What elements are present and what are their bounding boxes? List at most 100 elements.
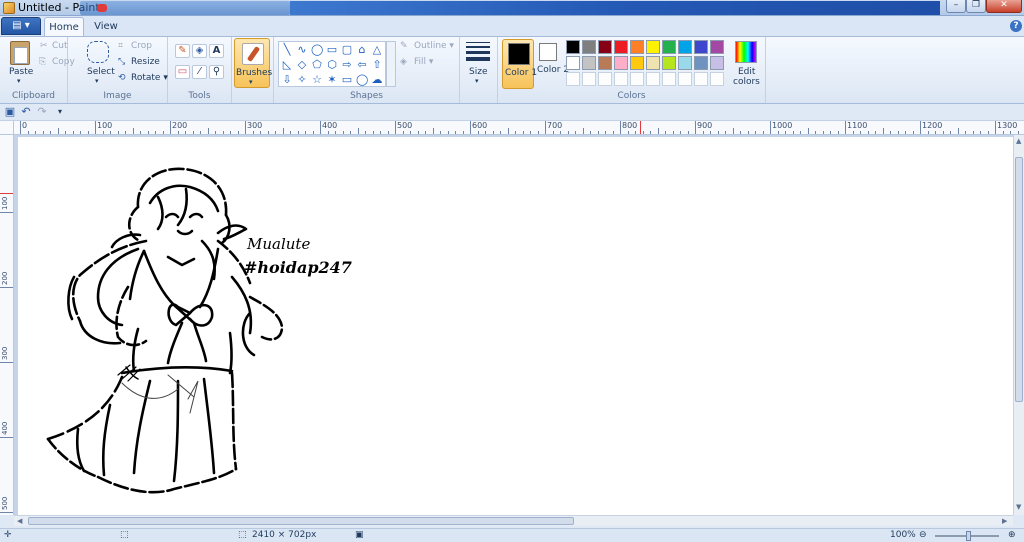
paste-button[interactable]: Paste xyxy=(9,67,33,77)
shape-callout-oval[interactable]: ◯ xyxy=(356,74,368,86)
palette-swatch[interactable] xyxy=(678,56,692,70)
palette-swatch[interactable] xyxy=(646,56,660,70)
text-tool-icon[interactable]: A xyxy=(209,44,224,58)
shape-left-arrow[interactable]: ⇦ xyxy=(356,59,368,71)
paste-dropdown-icon[interactable]: ▾ xyxy=(17,77,21,85)
scroll-down-icon[interactable]: ▼ xyxy=(1016,503,1021,511)
shape-oval[interactable]: ◯ xyxy=(311,44,323,56)
drawing-canvas[interactable]: Mualute #hoidap247 xyxy=(18,137,1013,515)
scroll-right-icon[interactable]: ▶ xyxy=(1002,517,1007,525)
customize-qat-icon[interactable]: ▾ xyxy=(54,106,66,118)
palette-swatch[interactable] xyxy=(662,56,676,70)
palette-custom-slot[interactable] xyxy=(710,72,724,86)
zoom-out-icon[interactable]: ⊖ xyxy=(919,530,927,540)
shape-polygon[interactable]: ⌂ xyxy=(356,44,368,56)
maximize-button[interactable]: ❐ xyxy=(966,0,986,13)
edit-colors-icon[interactable] xyxy=(735,41,757,63)
palette-swatch[interactable] xyxy=(566,40,580,54)
palette-custom-slot[interactable] xyxy=(614,72,628,86)
palette-swatch[interactable] xyxy=(694,56,708,70)
palette-swatch[interactable] xyxy=(694,40,708,54)
shape-diamond[interactable]: ◇ xyxy=(296,59,308,71)
palette-swatch[interactable] xyxy=(614,40,628,54)
save-icon[interactable]: ▣ xyxy=(4,106,16,118)
size-icon[interactable] xyxy=(466,42,490,64)
edit-colors-label-line1[interactable]: Edit xyxy=(738,67,755,77)
shape-callout-rect[interactable]: ▭ xyxy=(341,74,353,86)
shape-down-arrow[interactable]: ⇩ xyxy=(281,74,293,86)
outline-button[interactable]: Outline ▾ xyxy=(414,41,454,51)
palette-custom-slot[interactable] xyxy=(662,72,676,86)
shape-rectangle[interactable]: ▭ xyxy=(326,44,338,56)
paint-app-icon[interactable] xyxy=(3,2,15,14)
vertical-scrollbar[interactable]: ▲ ▼ xyxy=(1013,135,1024,515)
palette-swatch[interactable] xyxy=(582,40,596,54)
shape-callout-cloud[interactable]: ☁ xyxy=(371,74,383,86)
help-icon[interactable]: ? xyxy=(1010,20,1022,32)
shape-four-point-star[interactable]: ✧ xyxy=(296,74,308,86)
fill-tool-icon[interactable]: ◈ xyxy=(192,44,207,58)
rotate-button[interactable]: Rotate ▾ xyxy=(131,73,168,83)
zoom-slider-thumb[interactable] xyxy=(966,531,971,541)
vertical-scroll-thumb[interactable] xyxy=(1015,157,1023,402)
select-button[interactable]: Select xyxy=(87,67,115,77)
palette-custom-slot[interactable] xyxy=(566,72,580,86)
fill-button[interactable]: Fill ▾ xyxy=(414,57,433,67)
palette-swatch[interactable] xyxy=(710,56,724,70)
palette-swatch[interactable] xyxy=(566,56,580,70)
palette-swatch[interactable] xyxy=(598,40,612,54)
pencil-tool-icon[interactable]: ✎ xyxy=(175,44,190,58)
tab-home[interactable]: Home xyxy=(44,17,84,37)
shapes-scroll[interactable] xyxy=(386,41,396,87)
select-dropdown-icon[interactable]: ▾ xyxy=(95,77,99,85)
file-menu-button[interactable]: ▤ ▾ xyxy=(1,17,41,35)
edit-colors-label-line2[interactable]: colors xyxy=(733,77,760,87)
palette-swatch[interactable] xyxy=(662,40,676,54)
crop-button[interactable]: Crop xyxy=(131,41,152,51)
scroll-up-icon[interactable]: ▲ xyxy=(1016,137,1021,145)
palette-custom-slot[interactable] xyxy=(678,72,692,86)
paste-icon[interactable] xyxy=(10,41,30,65)
palette-custom-slot[interactable] xyxy=(646,72,660,86)
size-dropdown-icon[interactable]: ▾ xyxy=(475,77,479,85)
palette-custom-slot[interactable] xyxy=(582,72,596,86)
palette-swatch[interactable] xyxy=(614,56,628,70)
magnifier-icon[interactable]: ⚲ xyxy=(209,65,224,79)
shape-hexagon[interactable]: ⬡ xyxy=(326,59,338,71)
undo-icon[interactable]: ↶ xyxy=(20,106,32,118)
palette-swatch[interactable] xyxy=(710,40,724,54)
zoom-in-icon[interactable]: ⊕ xyxy=(1008,530,1016,540)
cut-button[interactable]: Cut xyxy=(52,41,68,51)
horizontal-scroll-thumb[interactable] xyxy=(28,517,574,525)
shape-pentagon[interactable]: ⬠ xyxy=(311,59,323,71)
shape-curve[interactable]: ∿ xyxy=(296,44,308,56)
scroll-left-icon[interactable]: ◀ xyxy=(17,517,22,525)
shape-rounded-rectangle[interactable]: ▢ xyxy=(341,44,353,56)
eraser-tool-icon[interactable]: ▭ xyxy=(175,65,190,79)
shape-triangle[interactable]: △ xyxy=(371,44,383,56)
size-button[interactable]: Size xyxy=(469,67,487,77)
redo-icon[interactable]: ↷ xyxy=(36,106,48,118)
resize-button[interactable]: Resize xyxy=(131,57,160,67)
close-button[interactable]: ✕ xyxy=(986,0,1022,13)
select-icon[interactable] xyxy=(87,41,109,63)
palette-custom-slot[interactable] xyxy=(630,72,644,86)
palette-swatch[interactable] xyxy=(630,56,644,70)
palette-swatch[interactable] xyxy=(646,40,660,54)
tab-view[interactable]: View xyxy=(86,17,126,37)
palette-swatch[interactable] xyxy=(598,56,612,70)
horizontal-scrollbar[interactable]: ◀ ▶ xyxy=(14,515,1013,526)
minimize-button[interactable]: – xyxy=(946,0,966,13)
shape-right-triangle[interactable]: ◺ xyxy=(281,59,293,71)
shape-six-point-star[interactable]: ✶ xyxy=(326,74,338,86)
shape-right-arrow[interactable]: ⇨ xyxy=(341,59,353,71)
palette-swatch[interactable] xyxy=(630,40,644,54)
palette-swatch[interactable] xyxy=(582,56,596,70)
shape-line[interactable]: ╲ xyxy=(281,44,293,56)
shape-up-arrow[interactable]: ⇧ xyxy=(371,59,383,71)
color-picker-icon[interactable]: ⁄ xyxy=(192,65,207,79)
palette-custom-slot[interactable] xyxy=(598,72,612,86)
palette-swatch[interactable] xyxy=(678,40,692,54)
palette-custom-slot[interactable] xyxy=(694,72,708,86)
shape-five-point-star[interactable]: ☆ xyxy=(311,74,323,86)
